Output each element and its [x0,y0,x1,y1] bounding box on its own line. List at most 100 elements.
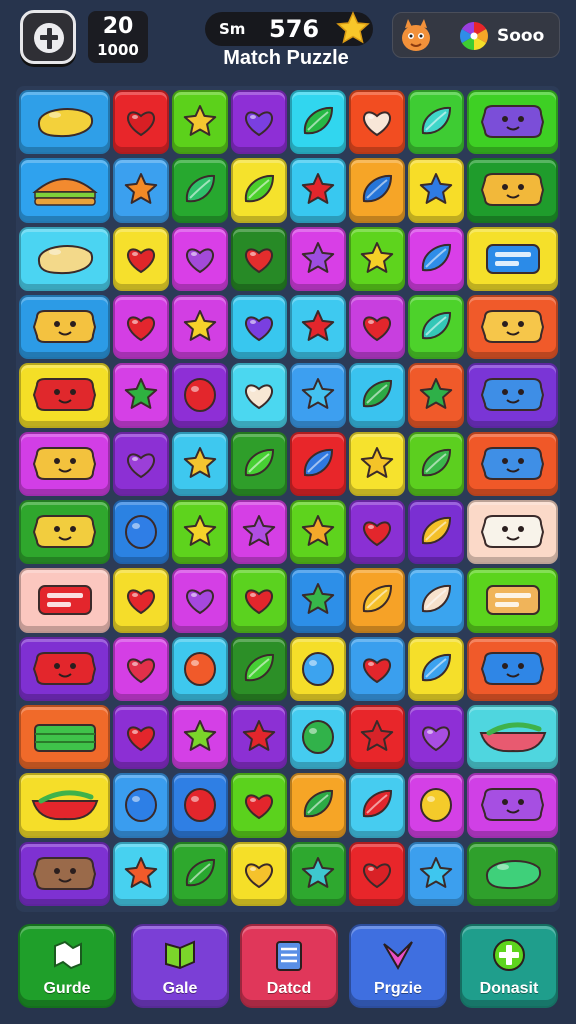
tile-r11-c4[interactable] [231,773,287,838]
tile-r6-c1[interactable] [19,431,110,496]
tile-r5-c8[interactable] [467,363,558,428]
tile-r1-c5[interactable] [290,90,346,155]
tile-r7-c4[interactable] [231,500,287,565]
tile-r8-c8[interactable] [467,568,558,633]
tile-r1-c3[interactable] [172,90,228,155]
tile-r9-c1[interactable] [19,636,110,701]
tile-r6-c3[interactable] [172,431,228,496]
tile-r12-c6[interactable] [349,841,405,906]
tile-r6-c4[interactable] [231,431,287,496]
tile-r8-c1[interactable] [19,568,110,633]
tile-r9-c6[interactable] [349,636,405,701]
tile-r7-c8[interactable] [467,500,558,565]
tile-r10-c5[interactable] [290,705,346,770]
tile-r4-c3[interactable] [172,295,228,360]
tile-r8-c2[interactable] [113,568,169,633]
tile-r7-c7[interactable] [408,500,464,565]
tile-r4-c4[interactable] [231,295,287,360]
tile-r5-c4[interactable] [231,363,287,428]
tile-r12-c5[interactable] [290,841,346,906]
tile-r11-c7[interactable] [408,773,464,838]
tile-r2-c3[interactable] [172,158,228,223]
tile-r8-c3[interactable] [172,568,228,633]
tile-r10-c3[interactable] [172,705,228,770]
tile-r12-c4[interactable] [231,841,287,906]
tile-r2-c6[interactable] [349,158,405,223]
tile-r4-c5[interactable] [290,295,346,360]
tile-r10-c2[interactable] [113,705,169,770]
tile-r9-c2[interactable] [113,636,169,701]
tile-r6-c2[interactable] [113,431,169,496]
tile-r3-c8[interactable] [467,226,558,291]
tile-r2-c5[interactable] [290,158,346,223]
tile-r7-c2[interactable] [113,500,169,565]
nav-button-3[interactable]: Datcd [240,924,338,1008]
tile-r10-c7[interactable] [408,705,464,770]
tile-r9-c5[interactable] [290,636,346,701]
tile-r12-c2[interactable] [113,841,169,906]
tile-r5-c1[interactable] [19,363,110,428]
tile-r4-c7[interactable] [408,295,464,360]
tile-r10-c6[interactable] [349,705,405,770]
tile-r1-c2[interactable] [113,90,169,155]
tile-r2-c4[interactable] [231,158,287,223]
tile-r10-c1[interactable] [19,705,110,770]
tile-r1-c6[interactable] [349,90,405,155]
tile-r10-c4[interactable] [231,705,287,770]
tile-r3-c1[interactable] [19,226,110,291]
tile-r5-c5[interactable] [290,363,346,428]
tile-r9-c7[interactable] [408,636,464,701]
tile-r9-c3[interactable] [172,636,228,701]
tile-r1-c7[interactable] [408,90,464,155]
tile-r3-c5[interactable] [290,226,346,291]
tile-r12-c7[interactable] [408,841,464,906]
currency-display[interactable]: Sooo [392,12,560,58]
tile-r5-c6[interactable] [349,363,405,428]
tile-r6-c5[interactable] [290,431,346,496]
tile-r10-c8[interactable] [467,705,558,770]
tile-r7-c3[interactable] [172,500,228,565]
tile-r5-c7[interactable] [408,363,464,428]
tile-r3-c4[interactable] [231,226,287,291]
tile-r3-c2[interactable] [113,226,169,291]
tile-r2-c2[interactable] [113,158,169,223]
tile-r4-c2[interactable] [113,295,169,360]
tile-r9-c4[interactable] [231,636,287,701]
tile-r1-c8[interactable] [467,90,558,155]
tile-r6-c6[interactable] [349,431,405,496]
tile-r8-c7[interactable] [408,568,464,633]
tile-r3-c3[interactable] [172,226,228,291]
nav-button-4[interactable]: Prgzie [349,924,447,1008]
tile-r6-c8[interactable] [467,431,558,496]
tile-r2-c8[interactable] [467,158,558,223]
tile-r3-c6[interactable] [349,226,405,291]
tile-r11-c1[interactable] [19,773,110,838]
pause-button[interactable] [20,10,76,64]
tile-r3-c7[interactable] [408,226,464,291]
tile-r5-c3[interactable] [172,363,228,428]
tile-r2-c1[interactable] [19,158,110,223]
tile-r12-c8[interactable] [467,841,558,906]
tile-r4-c1[interactable] [19,295,110,360]
tile-r8-c6[interactable] [349,568,405,633]
nav-button-2[interactable]: Gale [131,924,229,1008]
tile-r12-c3[interactable] [172,841,228,906]
tile-r2-c7[interactable] [408,158,464,223]
tile-r11-c3[interactable] [172,773,228,838]
nav-button-5[interactable]: Donasit [460,924,558,1008]
tile-r6-c7[interactable] [408,431,464,496]
tile-r4-c8[interactable] [467,295,558,360]
tile-r11-c2[interactable] [113,773,169,838]
tile-r7-c6[interactable] [349,500,405,565]
tile-r8-c5[interactable] [290,568,346,633]
tile-r1-c1[interactable] [19,90,110,155]
tile-r11-c8[interactable] [467,773,558,838]
tile-r8-c4[interactable] [231,568,287,633]
tile-r12-c1[interactable] [19,841,110,906]
tile-r9-c8[interactable] [467,636,558,701]
nav-button-1[interactable]: Gurde [18,924,116,1008]
tile-r11-c5[interactable] [290,773,346,838]
tile-r1-c4[interactable] [231,90,287,155]
tile-r7-c5[interactable] [290,500,346,565]
tile-r4-c6[interactable] [349,295,405,360]
